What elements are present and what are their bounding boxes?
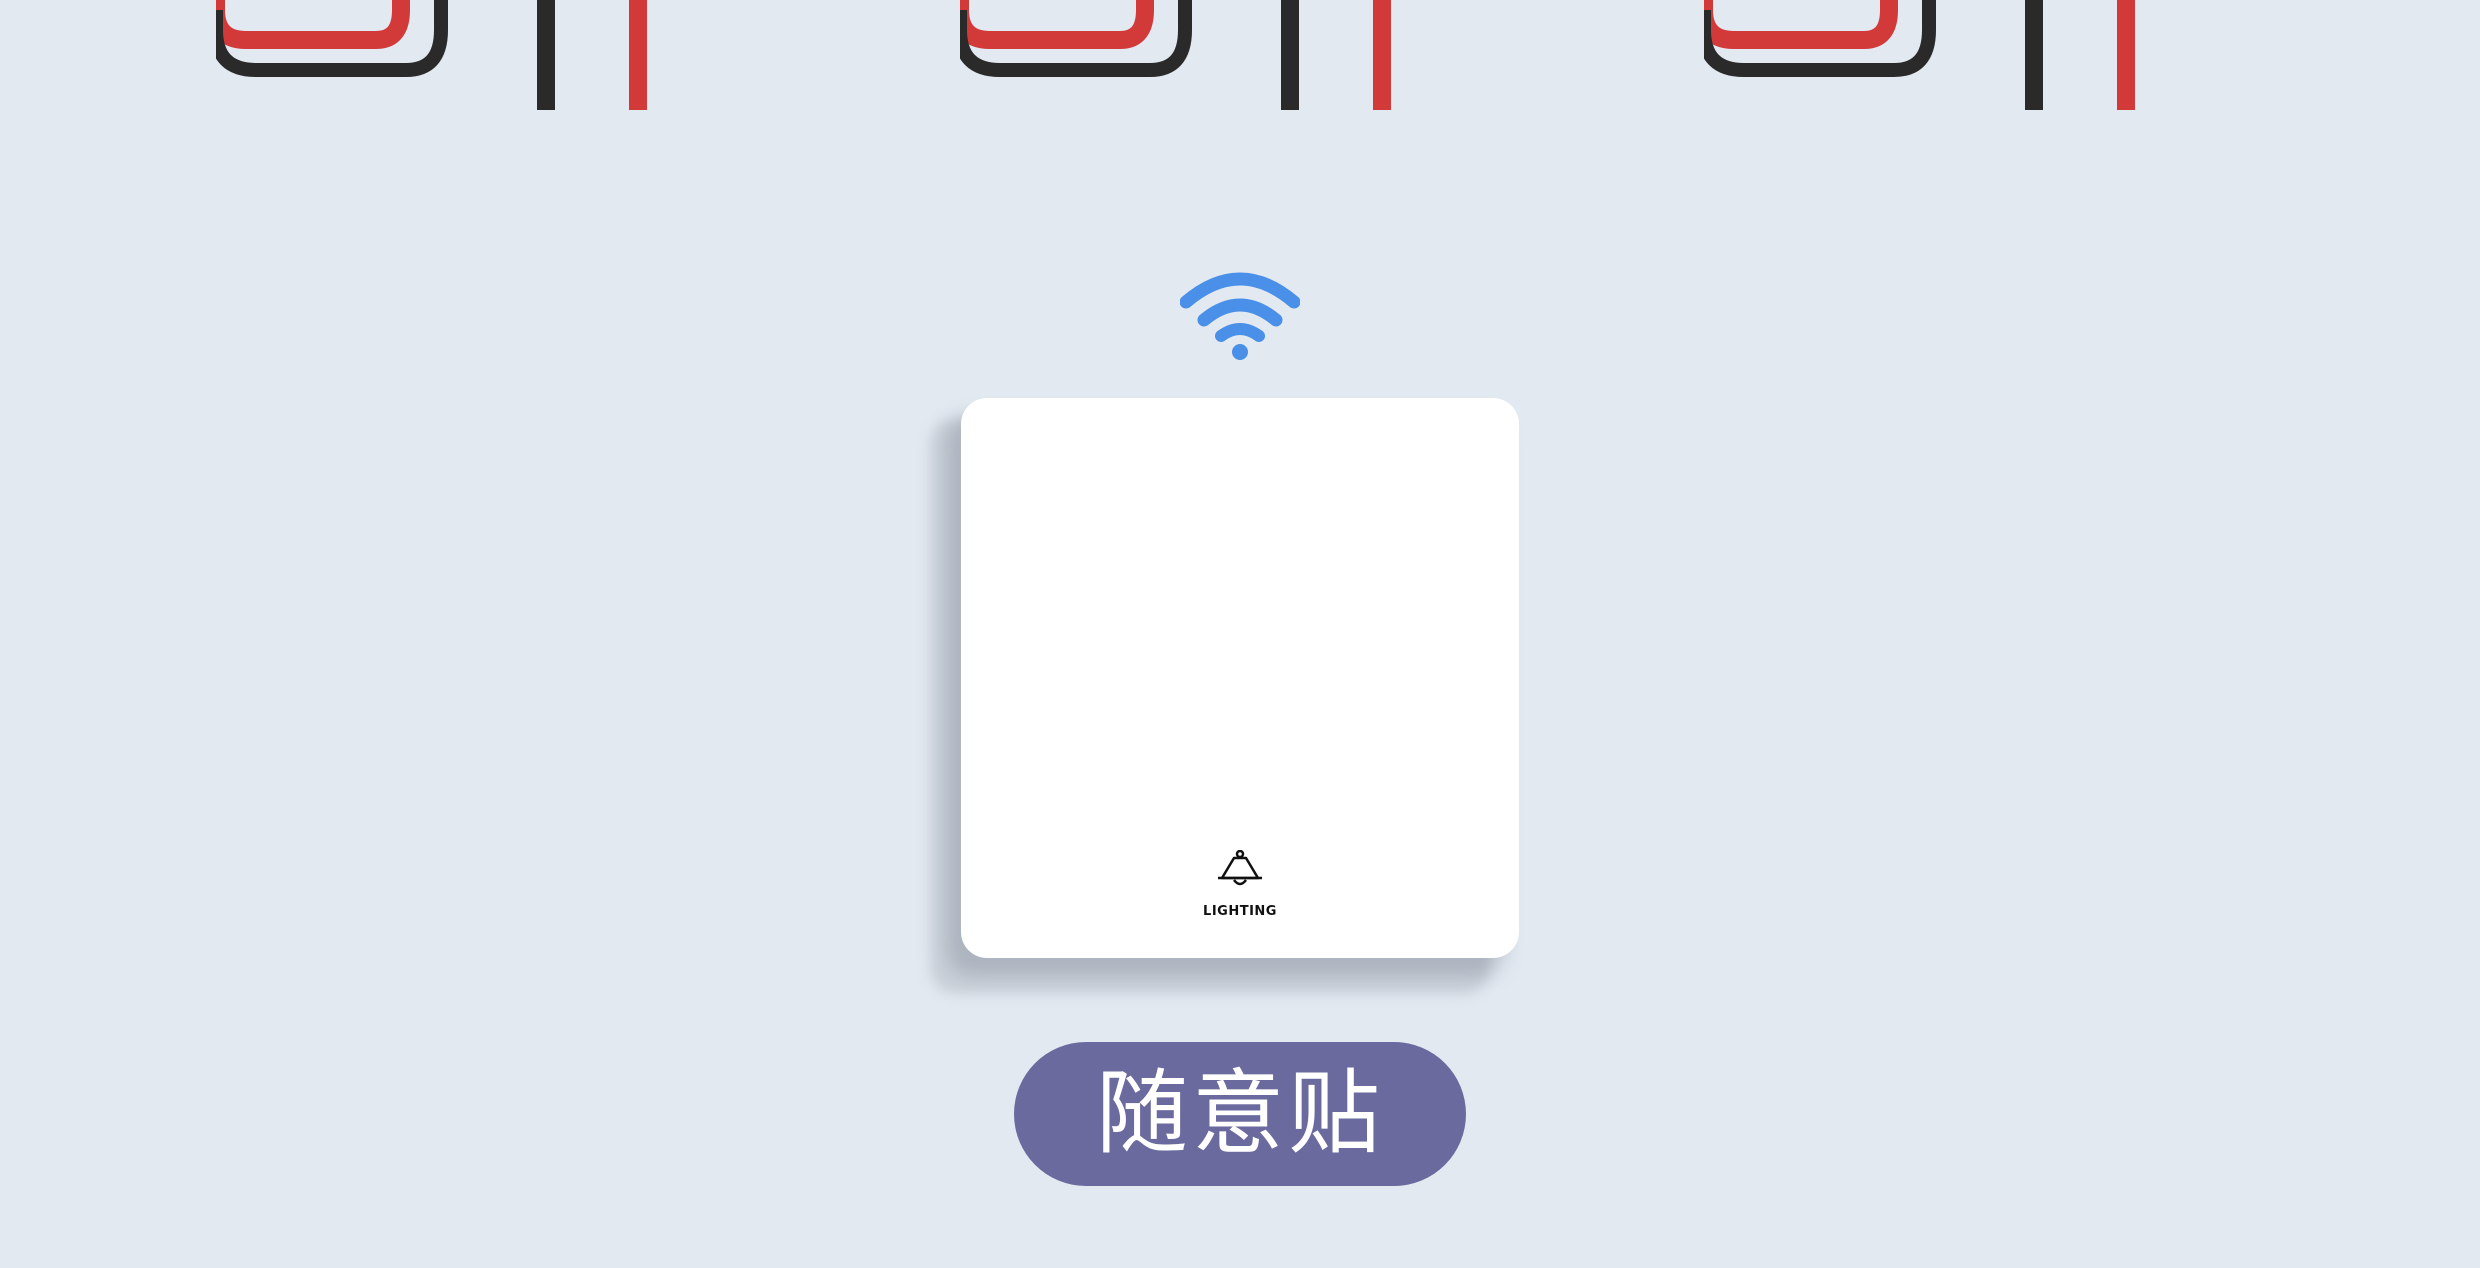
feature-tag: 随意贴 <box>1014 1042 1466 1186</box>
wire-illustration-3 <box>1704 0 2144 110</box>
wire-illustration-1 <box>216 0 656 110</box>
wireless-switch-panel[interactable]: LIGHTING <box>961 398 1519 958</box>
lamp-icon <box>1214 849 1266 890</box>
wifi-icon <box>1179 268 1301 360</box>
wire-illustration-2 <box>960 0 1400 110</box>
switch-label: LIGHTING <box>1203 904 1277 919</box>
